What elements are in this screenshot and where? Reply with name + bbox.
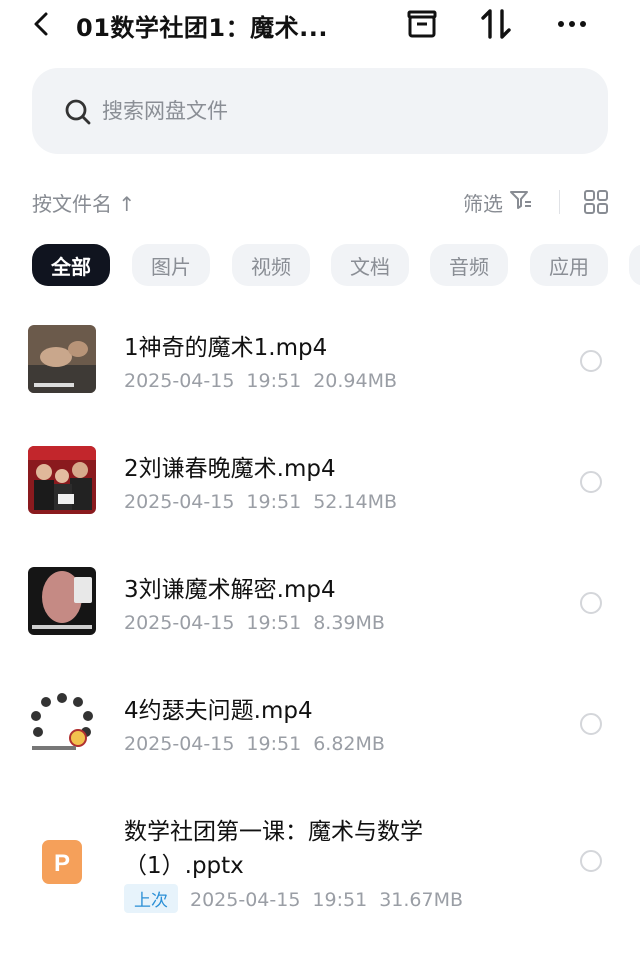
video-thumbnail: [28, 446, 96, 514]
file-name-line2: （1）.pptx: [124, 853, 244, 879]
file-time: 19:51: [246, 733, 302, 755]
pptx-file-icon: P: [42, 840, 82, 884]
file-meta: 上次 2025-04-15 19:51 31.67MB: [124, 884, 475, 913]
file-date: 2025-04-15: [124, 733, 235, 755]
tab-apps[interactable]: 应用: [530, 244, 608, 286]
top-bar: 01数学社团1：魔术...: [0, 0, 640, 52]
file-time: 19:51: [312, 889, 368, 911]
select-radio[interactable]: [580, 592, 602, 614]
file-row[interactable]: 4约瑟夫问题.mp4 2025-04-15 19:51 6.82MB: [0, 683, 640, 803]
file-row[interactable]: P 数学社团第一课：魔术与数学 （1）.pptx 上次 2025-04-15 19:…: [0, 804, 640, 934]
more-icon[interactable]: [554, 6, 590, 42]
archive-icon[interactable]: [404, 6, 440, 42]
select-radio[interactable]: [580, 850, 602, 872]
svg-text:P: P: [54, 850, 70, 877]
file-date: 2025-04-15: [190, 889, 301, 911]
video-thumbnail: [28, 567, 96, 635]
file-time: 19:51: [246, 491, 302, 513]
tab-overflow[interactable]: [629, 244, 640, 286]
tab-audio[interactable]: 音频: [430, 244, 508, 286]
file-type-tabs: 全部 图片 视频 文档 音频 应用: [32, 244, 640, 288]
search-input[interactable]: [102, 92, 582, 130]
file-meta: 2025-04-15 19:51 20.94MB: [124, 370, 409, 392]
file-size: 20.94MB: [313, 370, 398, 392]
file-date: 2025-04-15: [124, 491, 235, 513]
back-icon[interactable]: [28, 10, 56, 38]
file-size: 31.67MB: [379, 889, 464, 911]
file-row[interactable]: 2刘谦春晚魔术.mp4 2025-04-15 19:51 52.14MB: [0, 441, 640, 561]
file-name: 4约瑟夫问题.mp4: [124, 698, 313, 724]
grid-view-icon[interactable]: [582, 188, 610, 216]
file-name: 2刘谦春晚魔术.mp4: [124, 456, 336, 482]
file-name-line1: 数学社团第一课：魔术与数学: [124, 819, 423, 845]
file-meta: 2025-04-15 19:51 52.14MB: [124, 491, 409, 513]
last-opened-badge: 上次: [124, 884, 178, 913]
file-meta: 2025-04-15 19:51 6.82MB: [124, 733, 397, 755]
page-title: 01数学社团1：魔术...: [76, 14, 328, 42]
file-size: 52.14MB: [313, 491, 398, 513]
file-meta: 2025-04-15 19:51 8.39MB: [124, 612, 397, 634]
file-name: 1神奇的魔术1.mp4: [124, 335, 328, 361]
tab-images[interactable]: 图片: [132, 244, 210, 286]
sort-row: 按文件名 ↑ 筛选: [0, 182, 640, 222]
filter-icon: [509, 189, 533, 216]
file-time: 19:51: [246, 370, 302, 392]
file-date: 2025-04-15: [124, 612, 235, 634]
select-radio[interactable]: [580, 471, 602, 493]
select-radio[interactable]: [580, 713, 602, 735]
search-bar[interactable]: [32, 68, 608, 154]
sort-swap-icon[interactable]: [478, 6, 514, 42]
filter-button[interactable]: 筛选: [463, 188, 533, 217]
filter-label: 筛选: [463, 192, 503, 216]
search-icon: [64, 98, 92, 126]
file-row[interactable]: 3刘谦魔术解密.mp4 2025-04-15 19:51 8.39MB: [0, 562, 640, 682]
tab-videos[interactable]: 视频: [232, 244, 310, 286]
file-size: 8.39MB: [313, 612, 385, 634]
file-date: 2025-04-15: [124, 370, 235, 392]
video-thumbnail: [28, 325, 96, 393]
video-thumbnail: [28, 688, 96, 756]
tab-documents[interactable]: 文档: [331, 244, 409, 286]
file-size: 6.82MB: [313, 733, 385, 755]
file-time: 19:51: [246, 612, 302, 634]
sort-by-name-button[interactable]: 按文件名 ↑: [32, 188, 135, 217]
file-row[interactable]: 1神奇的魔术1.mp4 2025-04-15 19:51 20.94MB: [0, 320, 640, 440]
toolbar-divider: [559, 190, 560, 214]
tab-all[interactable]: 全部: [32, 244, 110, 286]
select-radio[interactable]: [580, 350, 602, 372]
file-name: 3刘谦魔术解密.mp4: [124, 577, 336, 603]
